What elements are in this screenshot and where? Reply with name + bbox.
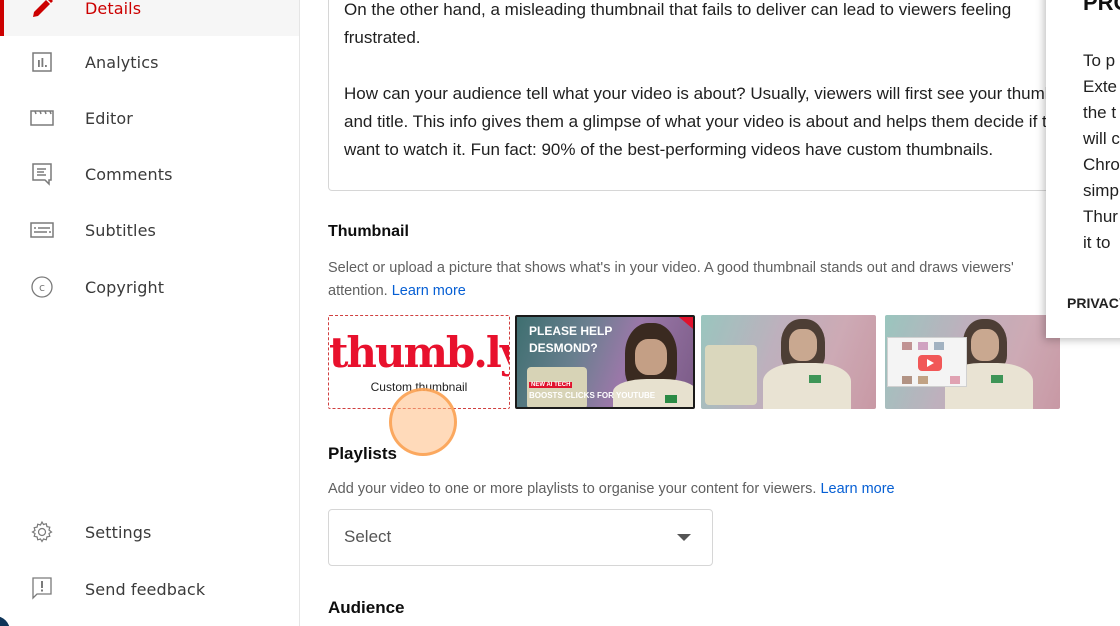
playlists-section-title: Playlists [328, 444, 397, 463]
copyright-icon: c [30, 275, 54, 299]
playlist-select-value: Select [344, 527, 392, 546]
analytics-icon [30, 50, 54, 74]
comment-icon [30, 162, 54, 186]
sidebar-item-label: Copyright [85, 277, 165, 297]
video-tile [902, 376, 912, 384]
monitor-image [527, 367, 587, 407]
popup-body: To p Exte the t will c Chro simp Thur it… [1083, 48, 1120, 256]
thumbnail-section-title: Thumbnail [328, 223, 409, 240]
sidebar-item-details[interactable]: Details [0, 0, 299, 36]
corner-decoration [0, 616, 10, 626]
sidebar-item-label: Comments [85, 164, 173, 184]
video-tile [950, 376, 960, 384]
sidebar-item-subtitles[interactable]: Subtitles [0, 202, 299, 258]
popup-body-line: Thur [1083, 207, 1118, 226]
thumbnail-desc-line: Select or upload a picture that shows wh… [328, 260, 1014, 276]
privacy-link[interactable]: PRIVACY [1067, 295, 1120, 311]
main-content: On the other hand, a misleading thumbnai… [300, 0, 1120, 626]
name-badge [665, 395, 677, 403]
monitor-image [705, 345, 757, 405]
headline-line: PLEASE HELP [529, 324, 613, 338]
svg-text:c: c [39, 281, 45, 294]
video-tile [902, 342, 912, 350]
sidebar-item-label: Settings [85, 522, 152, 542]
thumbnail-option-1[interactable]: PLEASE HELP DESMOND? NEW AI TECH BOOSTS C… [515, 315, 695, 409]
chevron-down-icon [677, 534, 691, 541]
sidebar-item-label: Details [85, 0, 142, 18]
name-badge [809, 375, 821, 383]
sidebar-item-label: Subtitles [85, 220, 156, 240]
thumbly-logo: thumb.ly [329, 328, 510, 377]
sidebar-item-label: Editor [85, 108, 133, 128]
playlists-desc-text: Add your video to one or more playlists … [328, 481, 821, 497]
custom-thumbnail-label: Custom thumbnail [370, 380, 468, 394]
popup-body-line: simp [1083, 181, 1119, 200]
thumbnail-option-2[interactable] [701, 315, 876, 409]
popup-body-line: Chro [1083, 155, 1120, 174]
clapperboard-icon [30, 106, 54, 130]
popup-body-line: it to [1083, 233, 1111, 252]
popup-body-line: the t [1083, 103, 1117, 122]
video-tile [934, 342, 944, 350]
thumbnail-tag: NEW AI TECH [529, 382, 573, 388]
subtitles-icon [30, 218, 54, 242]
thumbnail-desc-line: attention. Learn more [328, 280, 1048, 303]
description-field[interactable]: On the other hand, a misleading thumbnai… [328, 0, 1068, 191]
person-shirt [763, 363, 851, 409]
sidebar-item-comments[interactable]: Comments [0, 146, 299, 202]
sidebar-item-settings[interactable]: Settings [0, 504, 299, 560]
headline-line: DESMOND? [529, 341, 598, 355]
sidebar-item-label: Send feedback [85, 579, 206, 599]
extension-popup: PRO To p Exte the t will c Chro simp Thu… [1046, 0, 1120, 338]
sidebar-item-analytics[interactable]: Analytics [0, 34, 299, 90]
custom-thumbnail-upload[interactable]: thumb.ly Custom thumbnail [328, 315, 510, 409]
sidebar: Details Analytics Editor Comments Subtit… [0, 0, 300, 626]
pencil-icon [30, 0, 54, 20]
person-face [789, 329, 817, 361]
sidebar-item-label: Analytics [85, 52, 159, 72]
playlists-section-desc: Add your video to one or more playlists … [328, 478, 895, 501]
thumbnail-desc-text: attention. [328, 283, 392, 299]
popup-title: PRO [1083, 0, 1120, 15]
youtube-screen-image [887, 337, 967, 387]
thumbnail-subline: BOOSTS CLICKS FOR YOUTUBE [529, 391, 656, 400]
person-face [971, 329, 999, 361]
play-icon [918, 355, 942, 371]
sidebar-item-send-feedback[interactable]: Send feedback [0, 561, 299, 617]
sidebar-item-copyright[interactable]: c Copyright [0, 259, 299, 315]
playlists-learn-more-link[interactable]: Learn more [820, 481, 894, 497]
sidebar-item-editor[interactable]: Editor [0, 90, 299, 146]
thumbnail-headline: PLEASE HELP DESMOND? [529, 323, 612, 357]
description-text: On the other hand, a misleading thumbnai… [344, 0, 1067, 159]
video-tile [918, 376, 928, 384]
person-face [635, 339, 667, 375]
name-badge [991, 375, 1003, 383]
playlist-select[interactable]: Select [328, 509, 713, 566]
thumbnail-section-desc: Select or upload a picture that shows wh… [328, 257, 1048, 303]
thumbnail-learn-more-link[interactable]: Learn more [392, 283, 466, 299]
popup-body-line: will c [1083, 129, 1120, 148]
feedback-icon [30, 577, 54, 601]
thumbnail-option-3[interactable] [885, 315, 1060, 409]
gear-icon [30, 520, 54, 544]
video-tile [918, 342, 928, 350]
audience-section-title: Audience [328, 598, 405, 617]
popup-body-line: To p [1083, 51, 1116, 70]
corner-ribbon [678, 317, 693, 330]
popup-body-line: Exte [1083, 77, 1118, 96]
